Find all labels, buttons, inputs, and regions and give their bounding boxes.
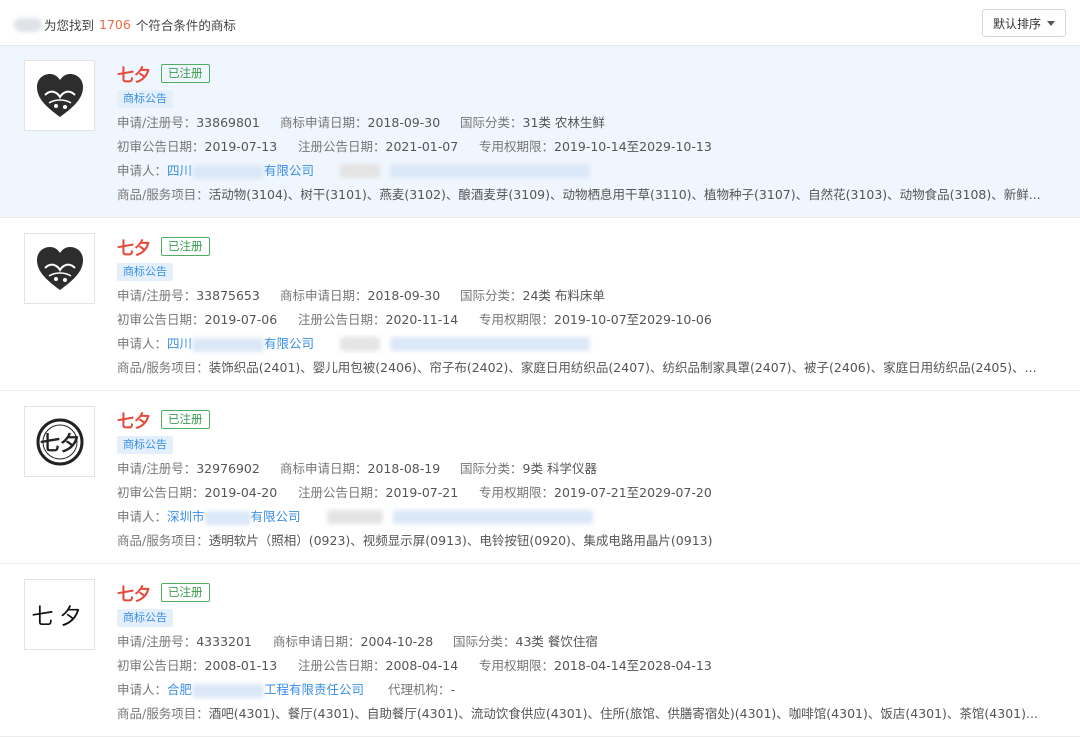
trademark-card[interactable]: 七夕 已注册 商标公告 申请/注册号：33869801 商标申请日期：2018-… <box>0 46 1080 218</box>
announcement-tag[interactable]: 商标公告 <box>117 609 173 627</box>
prelim-date: 2019-07-06 <box>204 312 278 327</box>
redacted-agent-name <box>392 510 593 524</box>
goods-row: 商品/服务项目： 活动物(3104)、树干(3101)、燕麦(3102)、酿酒麦芽… <box>117 187 1041 202</box>
applicant-link[interactable]: 四川 有限公司 <box>167 335 314 353</box>
reg-info-row: 申请/注册号：32976902 商标申请日期：2018-08-19 国际分类：9… <box>117 461 597 476</box>
trademark-card[interactable]: 七夕 七夕 已注册 商标公告 申请/注册号：32976902 商标申请日期：20… <box>0 392 1080 564</box>
prelim-date: 2008-01-13 <box>204 658 278 673</box>
goods-row: 商品/服务项目： 透明软片（照相）(0923)、视频显示屏(0913)、电铃按钮(… <box>117 533 713 548</box>
redacted-agent-name <box>390 337 591 351</box>
intl-class: 9类 科学仪器 <box>522 461 597 476</box>
reg-date: 2020-11-14 <box>385 312 459 327</box>
prelim-date: 2019-04-20 <box>204 485 278 500</box>
reg-no: 33875653 <box>196 288 260 303</box>
redacted-prefix <box>14 17 42 32</box>
redacted-agent-name <box>390 164 591 178</box>
trademark-name[interactable]: 七夕 <box>117 234 151 259</box>
reg-no: 32976902 <box>196 461 260 476</box>
status-badge: 已注册 <box>161 63 210 83</box>
result-count-text: 为您找到 1706 个符合条件的商标 <box>14 15 236 34</box>
applicant-link[interactable]: 四川 有限公司 <box>167 162 314 180</box>
sort-dropdown[interactable]: 默认排序 <box>981 9 1066 37</box>
date-info-row: 初审公告日期：2019-07-06 注册公告日期：2020-11-14 专用权期… <box>117 312 712 327</box>
applicant-link[interactable]: 合肥 工程有限责任公司 <box>167 681 364 699</box>
exclusive-period: 2018-04-14至2028-04-13 <box>554 658 712 673</box>
trademark-name[interactable]: 七夕 <box>117 580 151 605</box>
reg-no: 4333201 <box>196 634 252 649</box>
goods-row: 商品/服务项目： 酒吧(4301)、餐厅(4301)、自助餐厅(4301)、流动饮… <box>117 706 1038 721</box>
logo-glyph: 七夕 <box>31 604 88 630</box>
results-header: 为您找到 1706 个符合条件的商标 默认排序 <box>0 0 1080 46</box>
goods-list: 透明软片（照相）(0923)、视频显示屏(0913)、电铃按钮(0920)、集成… <box>208 533 713 548</box>
reg-info-row: 申请/注册号：33869801 商标申请日期：2018-09-30 国际分类：3… <box>117 115 605 130</box>
sort-label: 默认排序 <box>992 16 1041 31</box>
status-badge: 已注册 <box>161 409 210 429</box>
reg-date: 2008-04-14 <box>385 658 459 673</box>
exclusive-period: 2019-10-14至2029-10-13 <box>554 139 712 154</box>
trademark-name[interactable]: 七夕 <box>117 61 151 86</box>
trademark-logo-text[interactable]: 七夕 <box>24 579 95 650</box>
status-badge: 已注册 <box>161 236 210 256</box>
date-info-row: 初审公告日期：2008-01-13 注册公告日期：2008-04-14 专用权期… <box>117 658 712 673</box>
applicant-row: 申请人： 四川 有限公司 <box>117 162 1060 180</box>
apply-date: 2018-09-30 <box>367 288 441 303</box>
status-badge: 已注册 <box>161 582 210 602</box>
announcement-tag[interactable]: 商标公告 <box>117 436 173 454</box>
goods-list: 活动物(3104)、树干(3101)、燕麦(3102)、酿酒麦芽(3109)、动… <box>208 187 1041 202</box>
date-info-row: 初审公告日期：2019-04-20 注册公告日期：2019-07-21 专用权期… <box>117 485 712 500</box>
date-info-row: 初审公告日期：2019-07-13 注册公告日期：2021-01-07 专用权期… <box>117 139 712 154</box>
trademark-logo-heart[interactable] <box>24 60 95 131</box>
redacted-agent <box>340 164 381 178</box>
trademark-logo-heart[interactable] <box>24 233 95 304</box>
trademark-logo-circle[interactable]: 七夕 <box>24 406 95 477</box>
redacted-agent <box>326 510 383 524</box>
apply-date: 2004-10-28 <box>360 634 434 649</box>
announcement-tag[interactable]: 商标公告 <box>117 263 173 281</box>
intl-class: 31类 农林生鲜 <box>522 115 605 130</box>
goods-list: 装饰织品(2401)、婴儿用包被(2406)、帘子布(2402)、家庭日用纺织品… <box>208 360 1037 375</box>
reg-info-row: 申请/注册号：33875653 商标申请日期：2018-09-30 国际分类：2… <box>117 288 605 303</box>
logo-glyph: 七夕 <box>40 431 80 455</box>
result-count: 1706 <box>99 17 131 32</box>
chevron-down-icon <box>1047 20 1055 26</box>
reg-no: 33869801 <box>196 115 260 130</box>
announcement-tag[interactable]: 商标公告 <box>117 90 173 108</box>
agent-value: - <box>450 682 456 697</box>
applicant-row: 申请人： 深圳市 有限公司 <box>117 508 1060 526</box>
prelim-date: 2019-07-13 <box>204 139 278 154</box>
applicant-link[interactable]: 深圳市 有限公司 <box>167 508 301 526</box>
intl-class: 43类 餐饮住宿 <box>515 634 598 649</box>
goods-row: 商品/服务项目： 装饰织品(2401)、婴儿用包被(2406)、帘子布(2402)… <box>117 360 1037 375</box>
reg-info-row: 申请/注册号：4333201 商标申请日期：2004-10-28 国际分类：43… <box>117 634 598 649</box>
exclusive-period: 2019-10-07至2029-10-06 <box>554 312 712 327</box>
reg-date: 2021-01-07 <box>385 139 459 154</box>
apply-date: 2018-08-19 <box>367 461 441 476</box>
apply-date: 2018-09-30 <box>367 115 441 130</box>
trademark-name[interactable]: 七夕 <box>117 407 151 432</box>
goods-list: 酒吧(4301)、餐厅(4301)、自助餐厅(4301)、流动饮食供应(4301… <box>208 706 1038 721</box>
trademark-card[interactable]: 七夕 七夕 已注册 商标公告 申请/注册号：4333201 商标申请日期：200… <box>0 565 1080 737</box>
reg-date: 2019-07-21 <box>385 485 459 500</box>
intl-class: 24类 布料床单 <box>522 288 605 303</box>
redacted-agent <box>340 337 381 351</box>
trademark-card[interactable]: 七夕 已注册 商标公告 申请/注册号：33875653 商标申请日期：2018-… <box>0 219 1080 391</box>
exclusive-period: 2019-07-21至2029-07-20 <box>554 485 712 500</box>
applicant-row: 申请人： 四川 有限公司 <box>117 335 1060 353</box>
applicant-row: 申请人： 合肥 工程有限责任公司 代理机构：- <box>117 681 456 699</box>
